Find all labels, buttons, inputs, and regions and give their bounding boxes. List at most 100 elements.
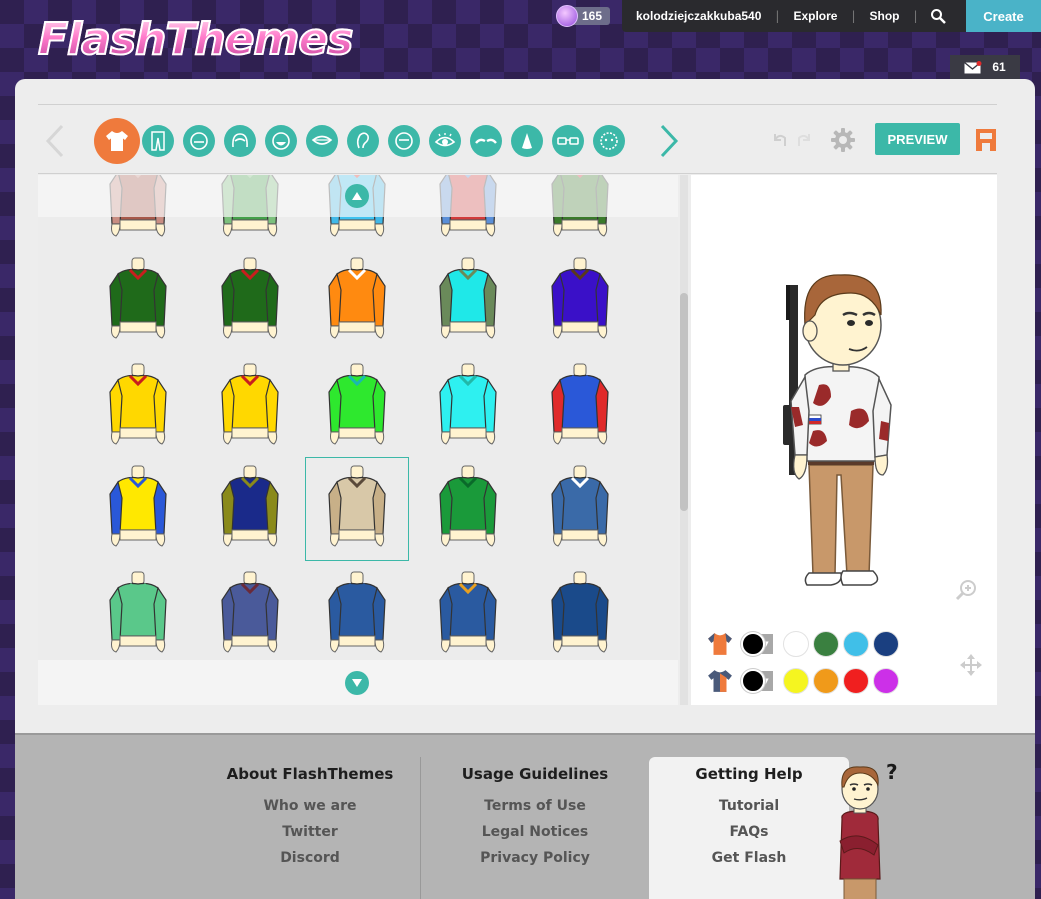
mail-count: 61 <box>992 60 1006 74</box>
clothing-item-overalls-red-blue[interactable] <box>528 355 632 459</box>
color-swatch[interactable] <box>873 668 899 694</box>
tab-ear[interactable] <box>347 125 379 157</box>
coin-balance[interactable]: 165 <box>556 5 611 27</box>
username-link[interactable]: kolodziejczakkuba540 <box>622 9 775 23</box>
divider <box>38 173 997 174</box>
mouth-icon <box>311 135 333 145</box>
save-icon[interactable] <box>975 128 997 152</box>
move-icon[interactable] <box>959 653 983 677</box>
scroll-up-button[interactable] <box>345 184 369 208</box>
color-swatch[interactable] <box>783 668 809 694</box>
footer-link-discord[interactable]: Discord <box>225 845 395 871</box>
tab-eyebrow[interactable] <box>388 125 420 157</box>
tab-mask[interactable] <box>593 125 625 157</box>
tab-brows[interactable] <box>470 125 502 157</box>
clothing-item-jacket-green-cyan[interactable] <box>416 249 520 353</box>
footer-link-faqs[interactable]: FAQs <box>649 819 849 845</box>
category-toolbar: PREVIEW <box>15 116 1035 164</box>
divider <box>420 757 421 899</box>
face-outline-icon <box>395 132 413 150</box>
clothing-item-shirt-blue-white-stripe[interactable] <box>528 457 632 561</box>
character-figure <box>783 274 892 586</box>
color-swatch[interactable] <box>843 631 869 657</box>
top-navigation: kolodziejczakkuba540 | Explore | Shop | … <box>622 0 1041 32</box>
footer: About FlashThemes Who we are Twitter Dis… <box>15 733 1035 899</box>
color-picker-secondary[interactable]: ▼ <box>741 669 773 693</box>
clothing-item-jacket-blue-yellow[interactable] <box>86 457 190 561</box>
clothing-item-camo-with-rifle[interactable] <box>305 457 409 561</box>
footer-link-terms[interactable]: Terms of Use <box>455 793 615 819</box>
tab-beard[interactable] <box>265 125 297 157</box>
color-swatch[interactable] <box>813 668 839 694</box>
current-color <box>741 632 765 656</box>
tab-hair[interactable] <box>224 125 256 157</box>
clothing-grid <box>38 175 678 705</box>
shop-link[interactable]: Shop <box>856 9 914 23</box>
clothing-item-polo-yellow-red[interactable] <box>86 355 190 459</box>
footer-link-tutorial[interactable]: Tutorial <box>649 793 849 819</box>
scrollbar-thumb[interactable] <box>680 293 688 511</box>
redo-icon[interactable] <box>795 130 813 148</box>
nose-icon <box>522 133 532 149</box>
footer-link-legal[interactable]: Legal Notices <box>455 819 615 845</box>
grid-scrollbar[interactable] <box>680 175 688 705</box>
tab-eyes[interactable] <box>429 125 461 157</box>
color-swatch[interactable] <box>843 668 869 694</box>
footer-link-who-we-are[interactable]: Who we are <box>225 793 395 819</box>
clothing-item-suit-slate[interactable] <box>198 563 302 667</box>
clothing-item-polo-yellow-red-2[interactable] <box>198 355 302 459</box>
tab-nose[interactable] <box>511 125 543 157</box>
clothing-item-vest-olive-navy[interactable] <box>198 457 302 561</box>
clothing-item-sweater-green-red-collar-2[interactable] <box>198 249 302 353</box>
footer-link-twitter[interactable]: Twitter <box>225 819 395 845</box>
color-swatch[interactable] <box>783 631 809 657</box>
chevron-right-icon[interactable] <box>659 124 679 158</box>
clothing-item-puffer-navy[interactable] <box>528 563 632 667</box>
help-character-icon: ? <box>839 760 898 899</box>
create-button[interactable]: Create <box>966 0 1041 32</box>
clothing-item-uniform-blue-police[interactable] <box>416 563 520 667</box>
tab-face-shape[interactable] <box>183 125 215 157</box>
footer-link-get-flash[interactable]: Get Flash <box>649 845 849 871</box>
character-preview <box>691 175 997 705</box>
zoom-in-icon[interactable] <box>955 578 979 602</box>
svg-text:?: ? <box>886 760 898 784</box>
clothing-item-sweater-green-red-collar[interactable] <box>86 249 190 353</box>
chevron-left-icon[interactable] <box>45 124 65 158</box>
clothing-item-shirt-orange-wings[interactable] <box>305 249 409 353</box>
undo-icon[interactable] <box>771 130 789 148</box>
footer-heading: Usage Guidelines <box>461 765 609 783</box>
explore-link[interactable]: Explore <box>779 9 851 23</box>
footer-link-privacy[interactable]: Privacy Policy <box>455 845 615 871</box>
color-swatch[interactable] <box>813 631 839 657</box>
gear-icon[interactable] <box>830 127 856 153</box>
face-shape-icon <box>190 132 208 150</box>
tab-mouth[interactable] <box>306 125 338 157</box>
clothing-item-tee-cyan[interactable] <box>416 355 520 459</box>
footer-help: Getting Help Tutorial FAQs Get Flash <box>649 765 849 871</box>
color-picker-primary[interactable]: ▼ <box>741 632 773 656</box>
tab-pants[interactable] <box>142 125 174 157</box>
mail-notifications[interactable]: 61 <box>950 55 1020 79</box>
character-editor-panel: PREVIEW ▼ ▼ <box>15 79 1035 739</box>
triangle-down-icon <box>352 679 362 687</box>
color-swatch[interactable] <box>873 631 899 657</box>
tab-glasses[interactable] <box>552 125 584 157</box>
clothing-item-tee-mint[interactable] <box>86 563 190 667</box>
hair-icon <box>232 133 248 148</box>
divider <box>38 104 997 105</box>
clothing-item-jacket-green-military[interactable] <box>416 457 520 561</box>
search-icon[interactable] <box>918 0 958 32</box>
ear-icon <box>356 132 369 149</box>
scroll-down-button[interactable] <box>345 671 369 695</box>
color-row-primary: ▼ <box>705 631 899 657</box>
eyebrow-icon <box>475 138 497 144</box>
footer-heading: About FlashThemes <box>226 765 394 783</box>
clothing-item-shirt-purple-scarf[interactable] <box>528 249 632 353</box>
clothing-item-hoodie-blue[interactable] <box>305 563 409 667</box>
clothing-item-tee-green-star[interactable] <box>305 355 409 459</box>
preview-button[interactable]: PREVIEW <box>875 123 960 155</box>
footer-about: About FlashThemes Who we are Twitter Dis… <box>225 765 395 871</box>
flashthemes-logo[interactable]: FlashThemes <box>37 13 354 66</box>
tab-shirt[interactable] <box>94 118 140 164</box>
